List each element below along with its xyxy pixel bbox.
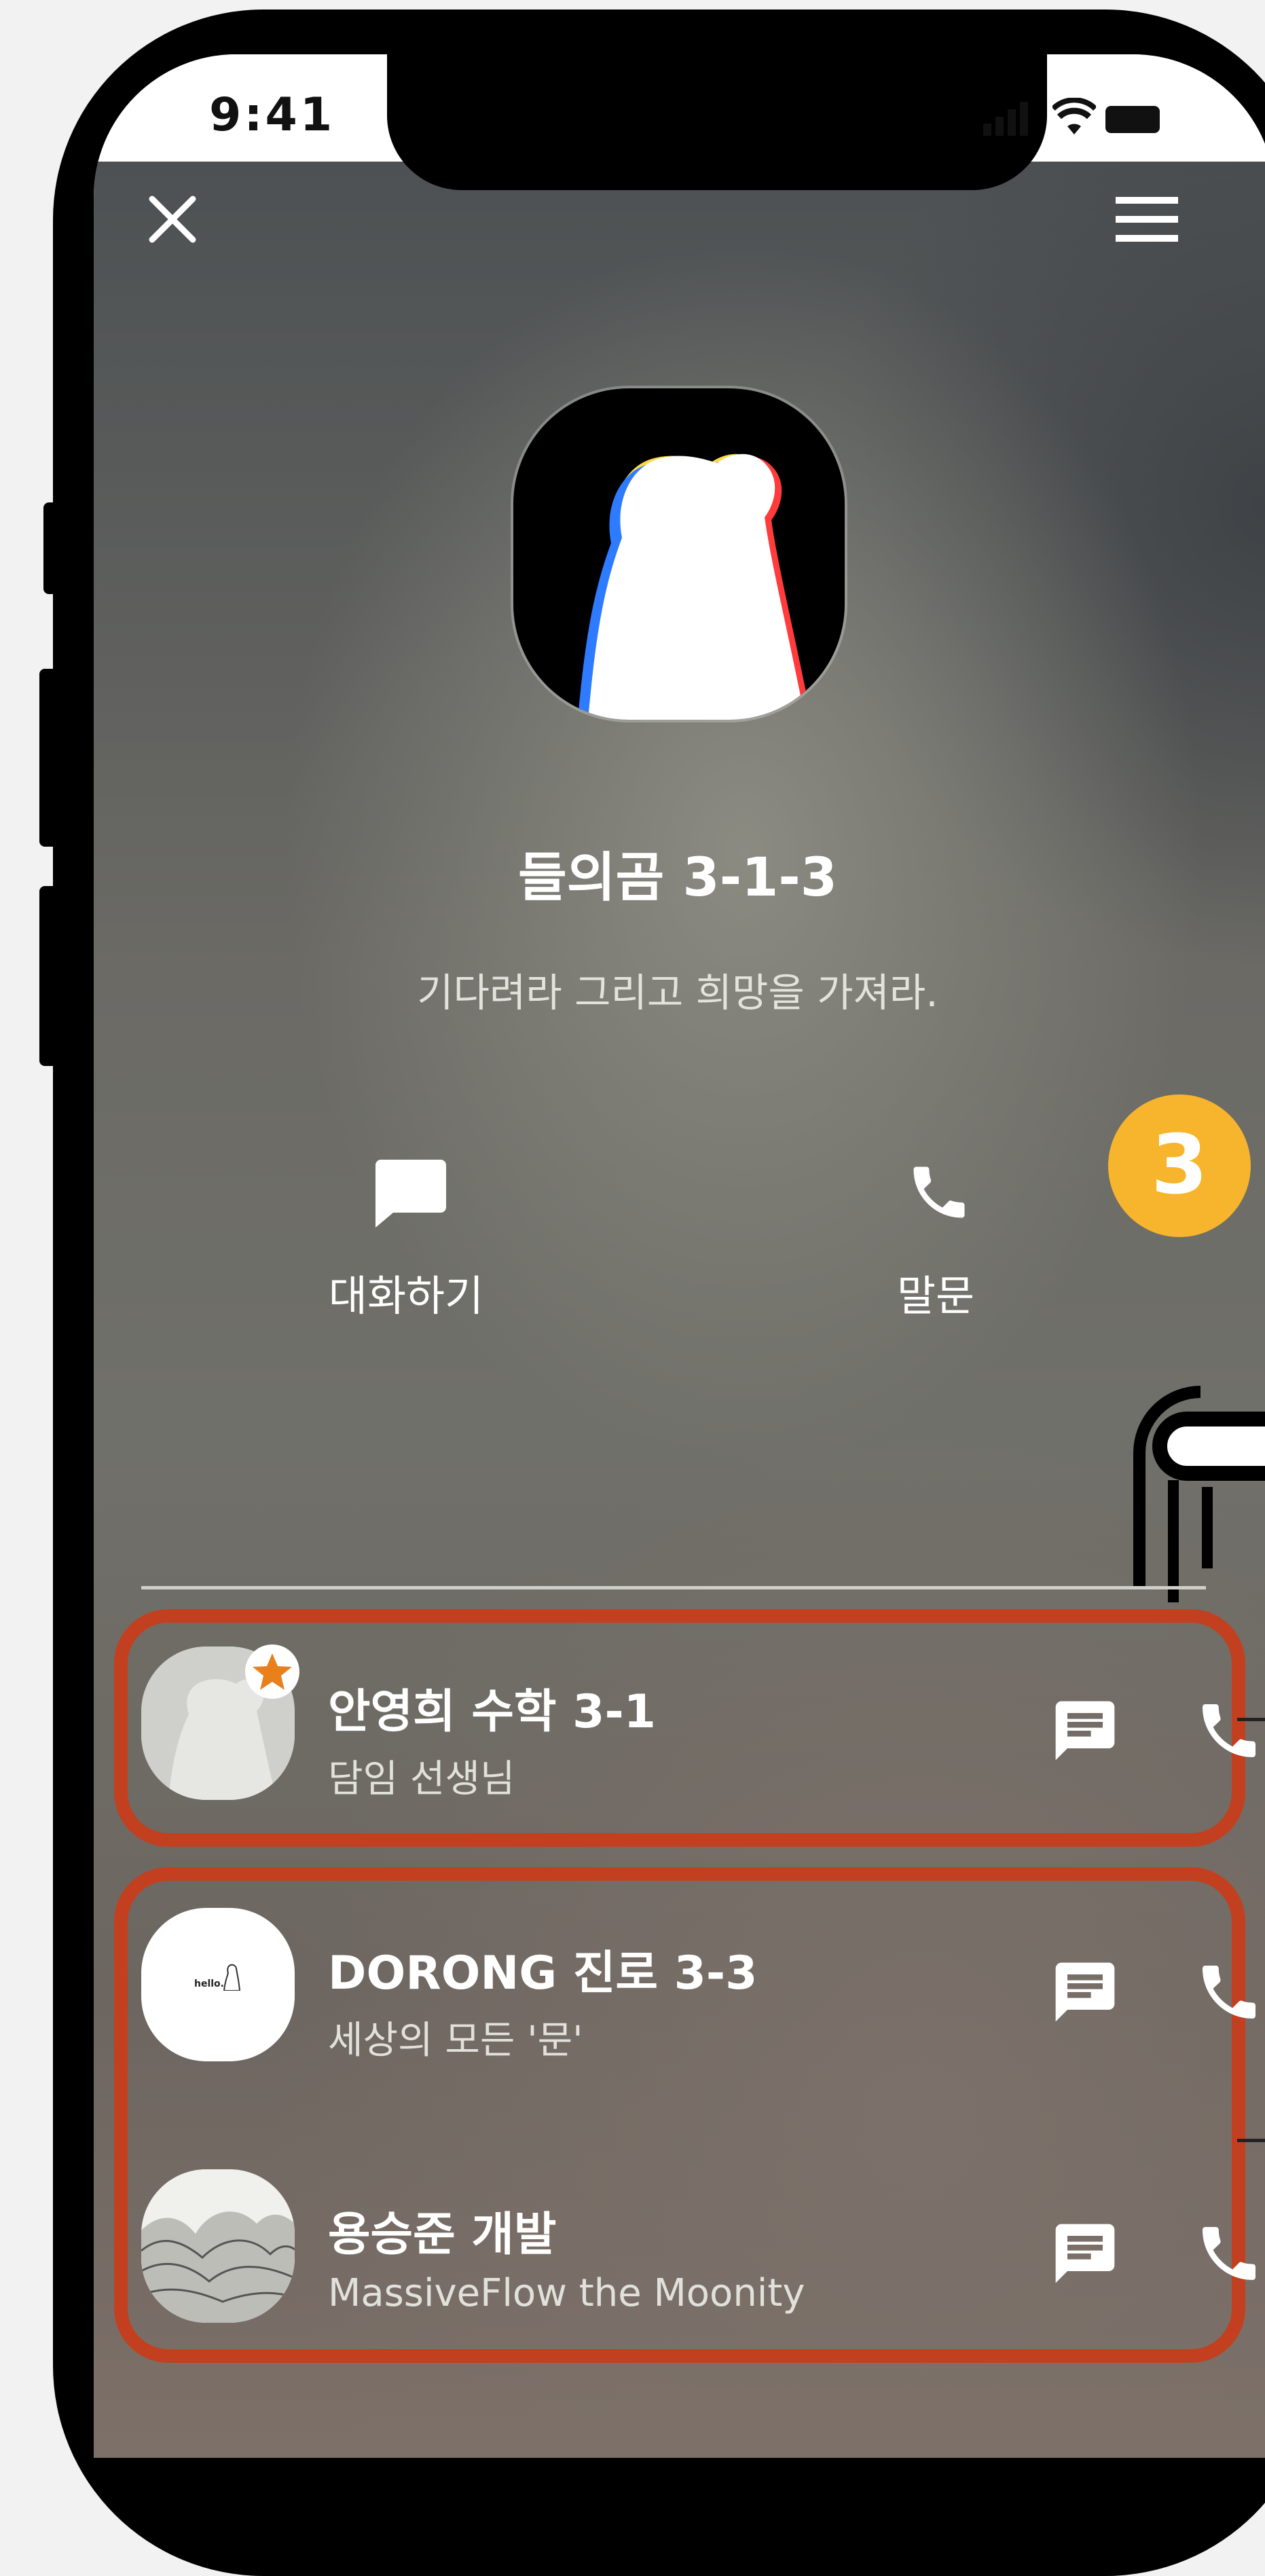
- friend-subtitle: MassiveFlow the Moonity: [328, 2271, 805, 2315]
- wifi-icon: [1052, 98, 1096, 134]
- phone-icon[interactable]: [1194, 2218, 1264, 2289]
- chat-icon[interactable]: [1050, 1957, 1120, 2027]
- friend-subtitle: 세상의 모든 '문': [328, 2019, 583, 2063]
- chat-action-label: 대화하기: [328, 1271, 484, 1321]
- bear-silhouette-icon: [577, 454, 812, 720]
- chat-icon[interactable]: [1050, 1695, 1120, 1766]
- hand-pointer-icon: [1133, 1386, 1265, 1602]
- battery-icon: [1105, 106, 1160, 133]
- friend-avatar: [141, 2169, 295, 2323]
- status-time: 9:41: [209, 88, 335, 142]
- step-number-badge: 3: [1108, 1094, 1251, 1237]
- section-divider: [141, 1586, 1206, 1589]
- friend-name: DORONG 진로 3-3: [328, 1947, 758, 2000]
- friend-name: 안영희 수학 3-1: [328, 1685, 656, 1739]
- profile-name: 들의곰 3-1-3: [518, 847, 837, 908]
- friend-name: 용승준 개발: [328, 2208, 557, 2262]
- phone-screen: 9:41 들의곰 3-1-3 기다려라 그리고 희망을 가져라. 대화하기 말문…: [94, 54, 1265, 2458]
- friend-row[interactable]: hello. DORONG 진로 3-3 세상의 모든 '문': [141, 1908, 1255, 2071]
- profile-avatar[interactable]: [513, 388, 845, 720]
- notch: [387, 54, 1047, 190]
- phone-icon[interactable]: [1194, 1957, 1264, 2027]
- friend-avatar: hello.: [141, 1908, 295, 2061]
- phone-icon: [913, 1166, 965, 1218]
- annotation-line: [1237, 1718, 1265, 1721]
- friend-row[interactable]: 용승준 개발 MassiveFlow the Moonity: [141, 2169, 1255, 2332]
- chat-icon[interactable]: [1050, 2218, 1120, 2289]
- chat-bubble-icon: [375, 1160, 446, 1228]
- favorite-star-icon: [245, 1644, 299, 1699]
- signal-icon: [983, 102, 1028, 136]
- phone-icon[interactable]: [1194, 1695, 1264, 1766]
- bear-icon: [223, 1964, 241, 1991]
- hamburger-menu-icon[interactable]: [1116, 197, 1178, 242]
- phone-bottom-bezel: [0, 2451, 1265, 2559]
- call-action-button[interactable]: 말문: [800, 1099, 1071, 1343]
- friend-subtitle: 담임 선생님: [328, 1757, 515, 1801]
- chat-action-button[interactable]: 대화하기: [270, 1099, 542, 1343]
- friend-avatar-text: hello.: [194, 1979, 224, 1989]
- wave-artwork-icon: [141, 2169, 295, 2323]
- profile-status-message: 기다려라 그리고 희망을 가져라.: [417, 970, 938, 1016]
- annotation-line: [1237, 2139, 1265, 2142]
- call-action-label: 말문: [896, 1271, 975, 1321]
- friend-row[interactable]: 안영희 수학 3-1 담임 선생님: [141, 1644, 1255, 1809]
- close-icon[interactable]: [147, 194, 198, 245]
